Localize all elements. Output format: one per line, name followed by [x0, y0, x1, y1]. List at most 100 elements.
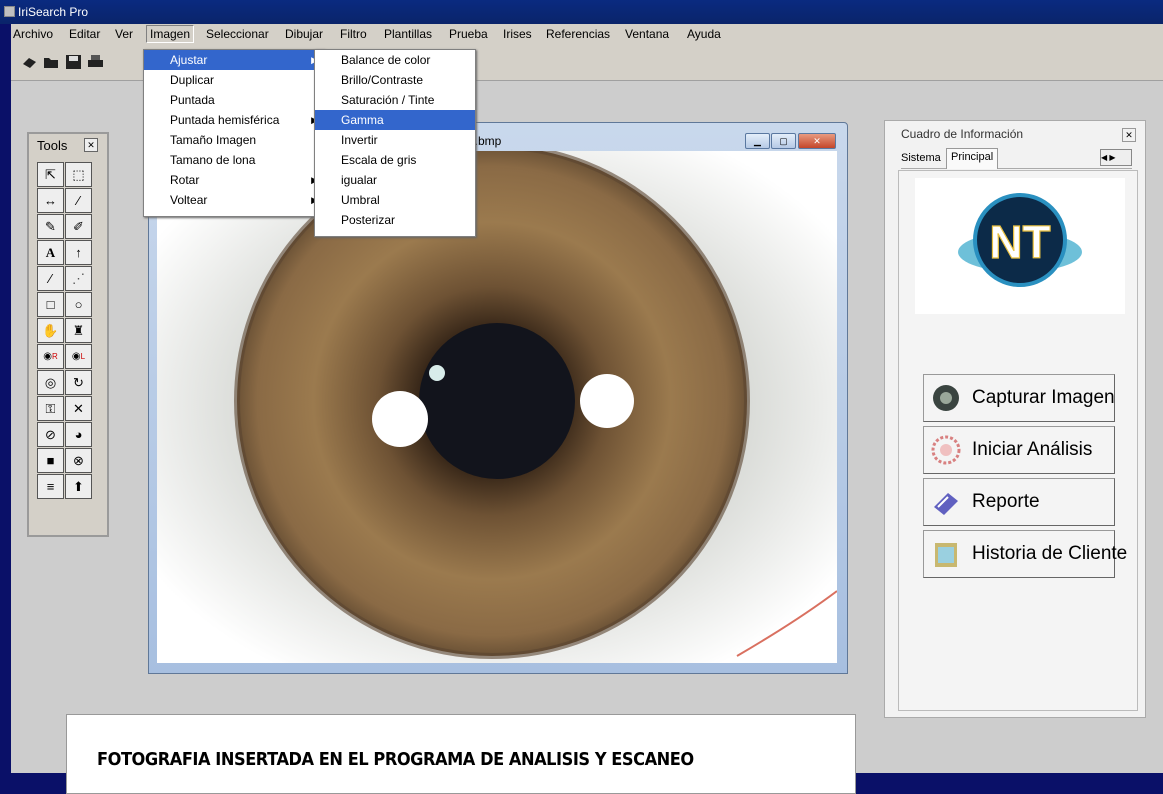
menu-ventana[interactable]: Ventana [623, 27, 671, 41]
info-close-button[interactable]: ✕ [1122, 128, 1136, 142]
tab-sistema[interactable]: Sistema [901, 152, 941, 164]
menu-item-ajustar[interactable]: Ajustar▶ [144, 50, 324, 70]
close-button[interactable]: ✕ [798, 133, 836, 149]
text-icon[interactable]: A [37, 240, 64, 265]
menu-item-rotar[interactable]: Rotar▶ [144, 170, 324, 190]
menu-item-label: Balance de color [341, 53, 431, 67]
globe-icon[interactable]: ◕ [65, 422, 92, 447]
menu-item-label: Ajustar [170, 53, 208, 67]
menu-item-label: Tamaño Imagen [170, 133, 257, 147]
menu-item-saturacion-tinte[interactable]: Saturación / Tinte [315, 90, 475, 110]
cross-icon[interactable]: ✕ [65, 396, 92, 421]
menu-prueba[interactable]: Prueba [447, 27, 490, 41]
historia-cliente-label: Historia de Cliente [972, 543, 1128, 564]
tab-scroll-buttons[interactable]: ◀ ▶ [1100, 149, 1132, 166]
ellipse-icon[interactable]: ○ [65, 292, 92, 317]
circle-slash-icon[interactable]: ⊘ [37, 422, 64, 447]
caption-text: FOTOGRAFIA INSERTADA EN EL PROGRAMA DE A… [97, 749, 694, 770]
app-workspace: Archivo Editar Ver Imagen Seleccionar Di… [11, 24, 1163, 794]
save-icon[interactable] [65, 54, 82, 70]
arrow-up-icon[interactable]: ↑ [65, 240, 92, 265]
tools-title: Tools [37, 138, 68, 153]
dashed-line-icon[interactable]: ⋰ [65, 266, 92, 291]
caption-box: FOTOGRAFIA INSERTADA EN EL PROGRAMA DE A… [66, 714, 856, 794]
menu-dibujar[interactable]: Dibujar [283, 27, 325, 41]
menu-item-balance-color[interactable]: Balance de color [315, 50, 475, 70]
open-folder-icon[interactable] [43, 54, 60, 70]
menu-ayuda[interactable]: Ayuda [685, 27, 723, 41]
iniciar-analisis-button[interactable]: Iniciar Análisis [923, 426, 1115, 474]
document-pen-icon [934, 493, 958, 515]
menu-filtro[interactable]: Filtro [338, 27, 369, 41]
rectangle-icon[interactable]: □ [37, 292, 64, 317]
menu-item-tamano-lona[interactable]: Tamano de lona [144, 150, 324, 170]
circle-slash-2-icon[interactable]: ⊗ [65, 448, 92, 473]
menu-seleccionar[interactable]: Seleccionar [204, 27, 271, 41]
iris-photo[interactable] [157, 151, 837, 663]
menu-bar: Archivo Editar Ver Imagen Seleccionar Di… [11, 24, 1163, 46]
menu-item-posterizar[interactable]: Posterizar [315, 210, 475, 230]
select-arrow-icon[interactable]: ⇱ [37, 162, 64, 187]
imagen-menu: Ajustar▶ Duplicar Puntada Puntada hemisf… [143, 49, 325, 217]
line-icon[interactable]: ⁄ [37, 266, 64, 291]
menu-plantillas[interactable]: Plantillas [382, 27, 434, 41]
iniciar-analisis-label: Iniciar Análisis [972, 439, 1093, 460]
menu-item-label: igualar [341, 173, 378, 187]
menu-item-label: Voltear [170, 193, 208, 207]
pencil-icon[interactable]: ✎ [37, 214, 64, 239]
info-tabs: Sistema Principal ◀ ▶ [901, 148, 1132, 169]
open-link-icon[interactable] [21, 54, 38, 70]
info-panel: Cuadro de Información ✕ Sistema Principa… [884, 120, 1146, 718]
app-title-bar: IriSearch Pro [0, 0, 1163, 24]
historia-cliente-button[interactable]: Historia de Cliente [923, 530, 1127, 578]
menu-item-label: Posterizar [341, 213, 396, 227]
hand-icon[interactable]: ✋ [37, 318, 64, 343]
app-icon [4, 6, 15, 17]
menu-item-label: Brillo/Contraste [341, 73, 424, 87]
menu-item-duplicar[interactable]: Duplicar [144, 70, 324, 90]
target-icon[interactable]: ◎ [37, 370, 64, 395]
menu-item-gamma[interactable]: Gamma [315, 110, 475, 130]
fill-square-icon[interactable]: ■ [37, 448, 64, 473]
menu-item-igualar[interactable]: igualar [315, 170, 475, 190]
arrow-cursor-icon[interactable]: ⬆ [65, 474, 92, 499]
menu-item-label: Tamano de lona [170, 153, 256, 167]
menu-item-label: Puntada hemisférica [170, 113, 280, 127]
iris-image [157, 151, 837, 663]
menu-item-label: Saturación / Tinte [341, 93, 435, 107]
menu-item-invertir[interactable]: Invertir [315, 130, 475, 150]
menu-referencias[interactable]: Referencias [544, 27, 612, 41]
capturar-imagen-button[interactable]: Capturar Imagen [923, 374, 1115, 422]
eyedropper-icon[interactable]: ∕ [65, 188, 92, 213]
rect-select-icon[interactable]: ⬚ [65, 162, 92, 187]
menu-item-puntada-hemisferica[interactable]: Puntada hemisférica▶ [144, 110, 324, 130]
minimize-button[interactable]: ▁ [745, 133, 770, 149]
maximize-button[interactable]: ▢ [771, 133, 796, 149]
brush-icon[interactable]: ✐ [65, 214, 92, 239]
menu-item-puntada[interactable]: Puntada [144, 90, 324, 110]
menu-ver[interactable]: Ver [113, 27, 135, 41]
menu-irises[interactable]: Irises [501, 27, 534, 41]
menu-item-tamano-imagen[interactable]: Tamaño Imagen [144, 130, 324, 150]
lock-icon[interactable]: ⚿ [37, 396, 64, 421]
tools-close-button[interactable]: ✕ [84, 138, 98, 152]
camera-rotate-icon[interactable]: ↻ [65, 370, 92, 395]
zoom-right-icon[interactable]: ◉R [37, 344, 64, 369]
menu-item-voltear[interactable]: Voltear▶ [144, 190, 324, 210]
bottle-icon[interactable]: ♜ [65, 318, 92, 343]
menu-archivo[interactable]: Archivo [11, 27, 55, 41]
nt-logo-graphic: NT [958, 193, 1082, 287]
menu-editar[interactable]: Editar [67, 27, 102, 41]
zoom-left-icon[interactable]: ◉L [65, 344, 92, 369]
mandala-icon [931, 435, 961, 465]
menu-item-brillo-contraste[interactable]: Brillo/Contraste [315, 70, 475, 90]
reporte-button[interactable]: Reporte [923, 478, 1115, 526]
menu-item-escala-gris[interactable]: Escala de gris [315, 150, 475, 170]
print-icon[interactable] [87, 54, 104, 70]
tab-principal[interactable]: Principal [946, 148, 999, 169]
menu-imagen[interactable]: Imagen [146, 25, 195, 43]
menu-item-umbral[interactable]: Umbral [315, 190, 475, 210]
measure-icon[interactable]: ↔ [37, 188, 64, 213]
tools-palette: Tools ✕ ⇱ ⬚ ↔ ∕ ✎ ✐ A ↑ ⁄ ⋰ □ ○ ✋ ♜ ◉R ◉… [27, 132, 109, 537]
lines-icon[interactable]: ≡ [37, 474, 64, 499]
